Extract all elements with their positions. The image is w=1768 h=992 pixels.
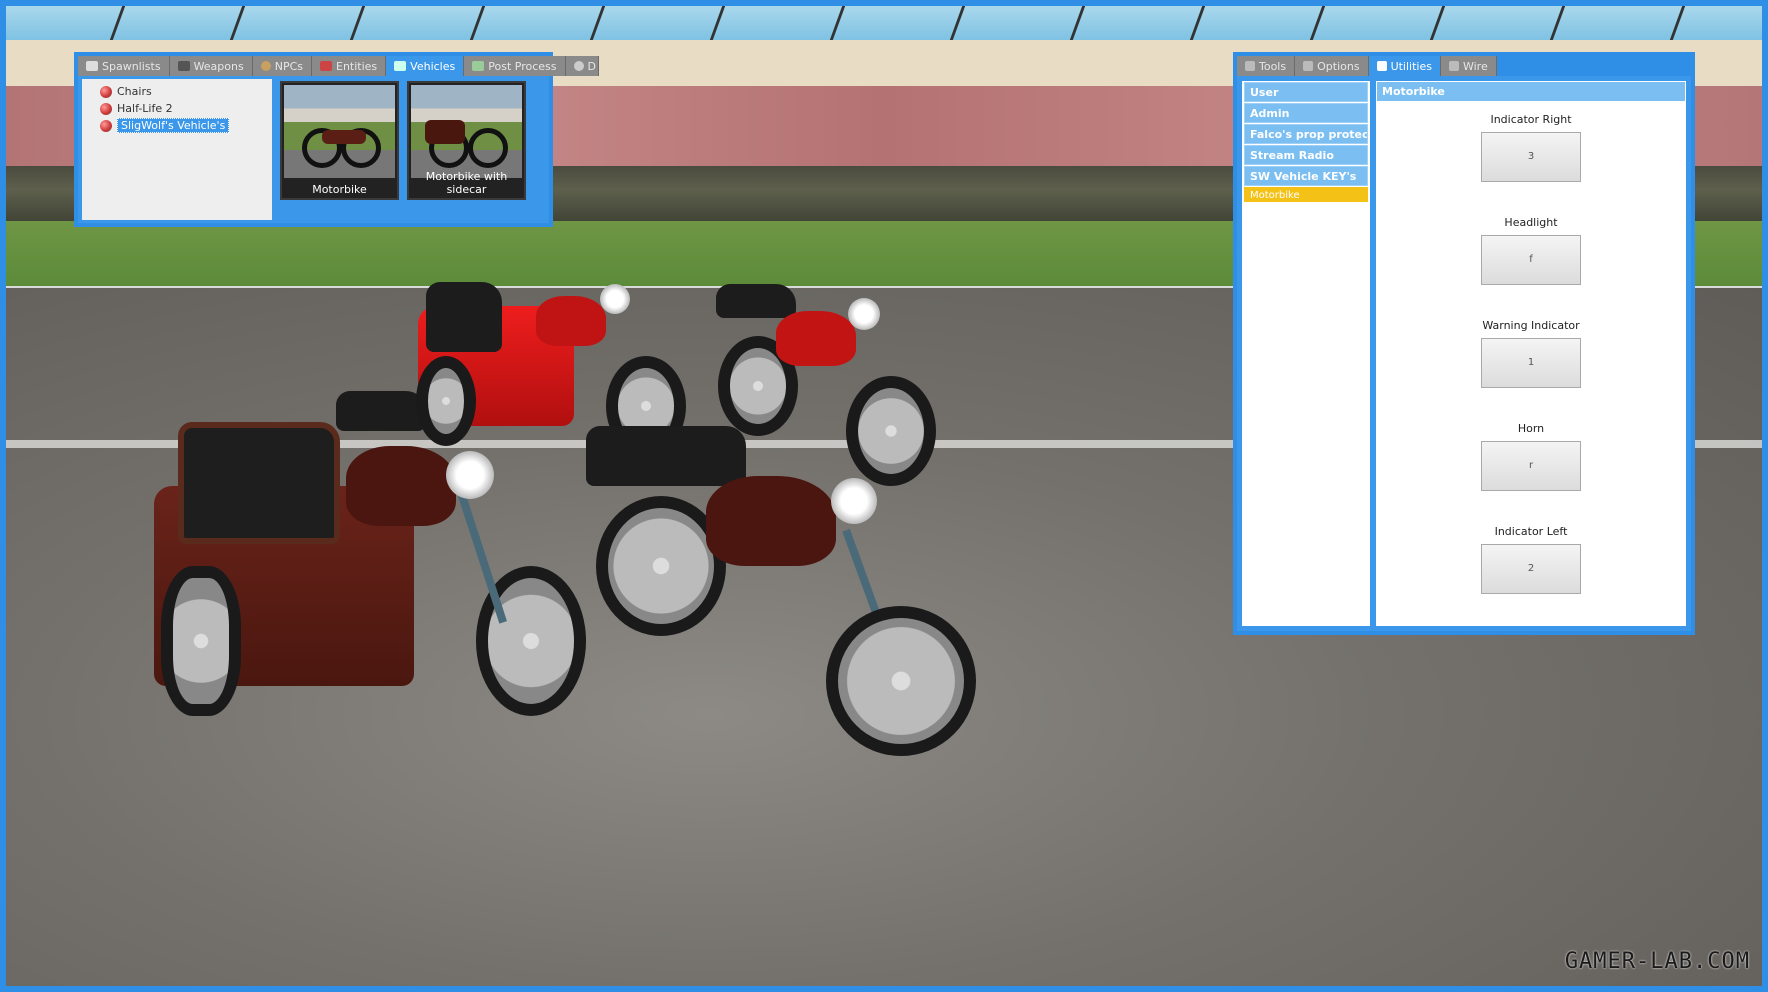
keybind-label: Indicator Right bbox=[1490, 113, 1572, 126]
category-falcos-prop-protection[interactable]: Falco's prop protect... bbox=[1244, 124, 1368, 144]
tab-tools[interactable]: Tools bbox=[1237, 56, 1296, 76]
category-motorbike[interactable]: Motorbike bbox=[1244, 187, 1368, 202]
category-stream-radio[interactable]: Stream Radio bbox=[1244, 145, 1368, 165]
tab-label: Weapons bbox=[193, 59, 244, 73]
vehicle-label: Motorbike with sidecar bbox=[425, 170, 508, 196]
category-user[interactable]: User bbox=[1244, 82, 1368, 102]
tab-label: Vehicles bbox=[410, 59, 456, 73]
tab-spawnlists[interactable]: Spawnlists bbox=[78, 56, 170, 76]
tab-vehicles[interactable]: Vehicles bbox=[386, 56, 465, 76]
keybind-label: Warning Indicator bbox=[1482, 319, 1580, 332]
tab-post-process[interactable]: Post Process bbox=[464, 56, 566, 76]
tree-item-label: Chairs bbox=[117, 85, 152, 98]
page-icon bbox=[1376, 61, 1387, 71]
category-icon bbox=[100, 119, 112, 132]
category-icon bbox=[100, 85, 112, 98]
category-admin[interactable]: Admin bbox=[1244, 103, 1368, 123]
spawn-tabbar: Spawnlists Weapons NPCs Entities Vehicle… bbox=[78, 56, 599, 76]
tab-label: NPCs bbox=[274, 59, 303, 73]
vehicle-preview-image bbox=[284, 85, 395, 178]
weapon-icon bbox=[177, 61, 190, 71]
keybind-button[interactable]: 3 bbox=[1481, 132, 1581, 182]
category-tree: Chairs Half-Life 2 SligWolf's Vehicle's bbox=[82, 79, 272, 220]
tree-item-label: Half-Life 2 bbox=[117, 102, 173, 115]
tree-item-half-life-2[interactable]: Half-Life 2 bbox=[100, 100, 272, 117]
tab-weapons[interactable]: Weapons bbox=[169, 56, 253, 76]
tab-label: Wire bbox=[1462, 59, 1488, 73]
tree-item-chairs[interactable]: Chairs bbox=[100, 83, 272, 100]
vehicle-thumb-motorbike[interactable]: Motorbike bbox=[280, 81, 399, 200]
utility-category-list: User Admin Falco's prop protect... Strea… bbox=[1242, 81, 1370, 626]
watermark-text: GAMER-LAB.COM bbox=[1564, 949, 1750, 974]
wrench-icon bbox=[1303, 61, 1314, 71]
tab-entities[interactable]: Entities bbox=[312, 56, 387, 76]
context-menu: Tools Options Utilities Wire User Admin … bbox=[1233, 52, 1695, 635]
context-tabbar: Tools Options Utilities Wire bbox=[1237, 56, 1497, 76]
spawn-menu: Spawnlists Weapons NPCs Entities Vehicle… bbox=[74, 52, 599, 227]
vehicle-preview-image bbox=[411, 85, 522, 178]
keybind-label: Indicator Left bbox=[1494, 525, 1568, 538]
tab-options[interactable]: Options bbox=[1295, 56, 1369, 76]
tab-label: Entities bbox=[336, 59, 378, 73]
tab-label: D bbox=[587, 59, 596, 73]
tab-wire[interactable]: Wire bbox=[1440, 56, 1497, 76]
npc-icon bbox=[260, 61, 271, 71]
tab-label: Spawnlists bbox=[102, 59, 161, 73]
spawn-body: Chairs Half-Life 2 SligWolf's Vehicle's … bbox=[78, 76, 549, 223]
tab-label: Tools bbox=[1259, 59, 1287, 73]
tab-label: Post Process bbox=[488, 59, 557, 73]
keybind-label: Horn bbox=[1517, 422, 1545, 435]
keybind-horn: Horn r bbox=[1376, 422, 1686, 491]
keybind-indicator-right: Indicator Right 3 bbox=[1376, 113, 1686, 182]
car-icon bbox=[394, 61, 407, 71]
tab-label: Options bbox=[1317, 59, 1360, 73]
keybind-warning-indicator: Warning Indicator 1 bbox=[1376, 319, 1686, 388]
wrench-icon bbox=[1245, 61, 1255, 71]
tab-label: Utilities bbox=[1390, 59, 1432, 73]
dupes-icon bbox=[573, 61, 584, 71]
keybind-button[interactable]: r bbox=[1481, 441, 1581, 491]
vehicle-label: Motorbike bbox=[312, 183, 367, 196]
spawnlist-icon bbox=[86, 61, 98, 71]
tab-dupes[interactable]: D bbox=[565, 56, 599, 76]
context-body: User Admin Falco's prop protect... Strea… bbox=[1237, 76, 1691, 631]
keybind-button[interactable]: f bbox=[1481, 235, 1581, 285]
keybind-button[interactable]: 2 bbox=[1481, 544, 1581, 594]
category-sw-vehicle-keys[interactable]: SW Vehicle KEY's bbox=[1244, 166, 1368, 186]
sky-roof bbox=[6, 6, 1762, 42]
postprocess-icon bbox=[472, 61, 485, 71]
entity-icon bbox=[320, 61, 332, 71]
wrench-icon bbox=[1448, 61, 1459, 71]
keybind-button[interactable]: 1 bbox=[1481, 338, 1581, 388]
tree-item-sligwolf-vehicles[interactable]: SligWolf's Vehicle's bbox=[100, 117, 272, 134]
tree-item-label: SligWolf's Vehicle's bbox=[117, 118, 230, 133]
tab-npcs[interactable]: NPCs bbox=[252, 56, 312, 76]
keybind-headlight: Headlight f bbox=[1376, 216, 1686, 285]
vehicle-grid: Motorbike Motorbike with sidecar bbox=[280, 81, 545, 220]
keybind-label: Headlight bbox=[1504, 216, 1558, 229]
vehicle-thumb-motorbike-sidecar[interactable]: Motorbike with sidecar bbox=[407, 81, 526, 200]
settings-panel: Motorbike Indicator Right 3 Headlight f … bbox=[1376, 81, 1686, 626]
settings-title: Motorbike bbox=[1377, 82, 1685, 101]
tab-utilities[interactable]: Utilities bbox=[1368, 56, 1441, 76]
category-icon bbox=[100, 102, 112, 115]
keybind-indicator-left: Indicator Left 2 bbox=[1376, 525, 1686, 594]
